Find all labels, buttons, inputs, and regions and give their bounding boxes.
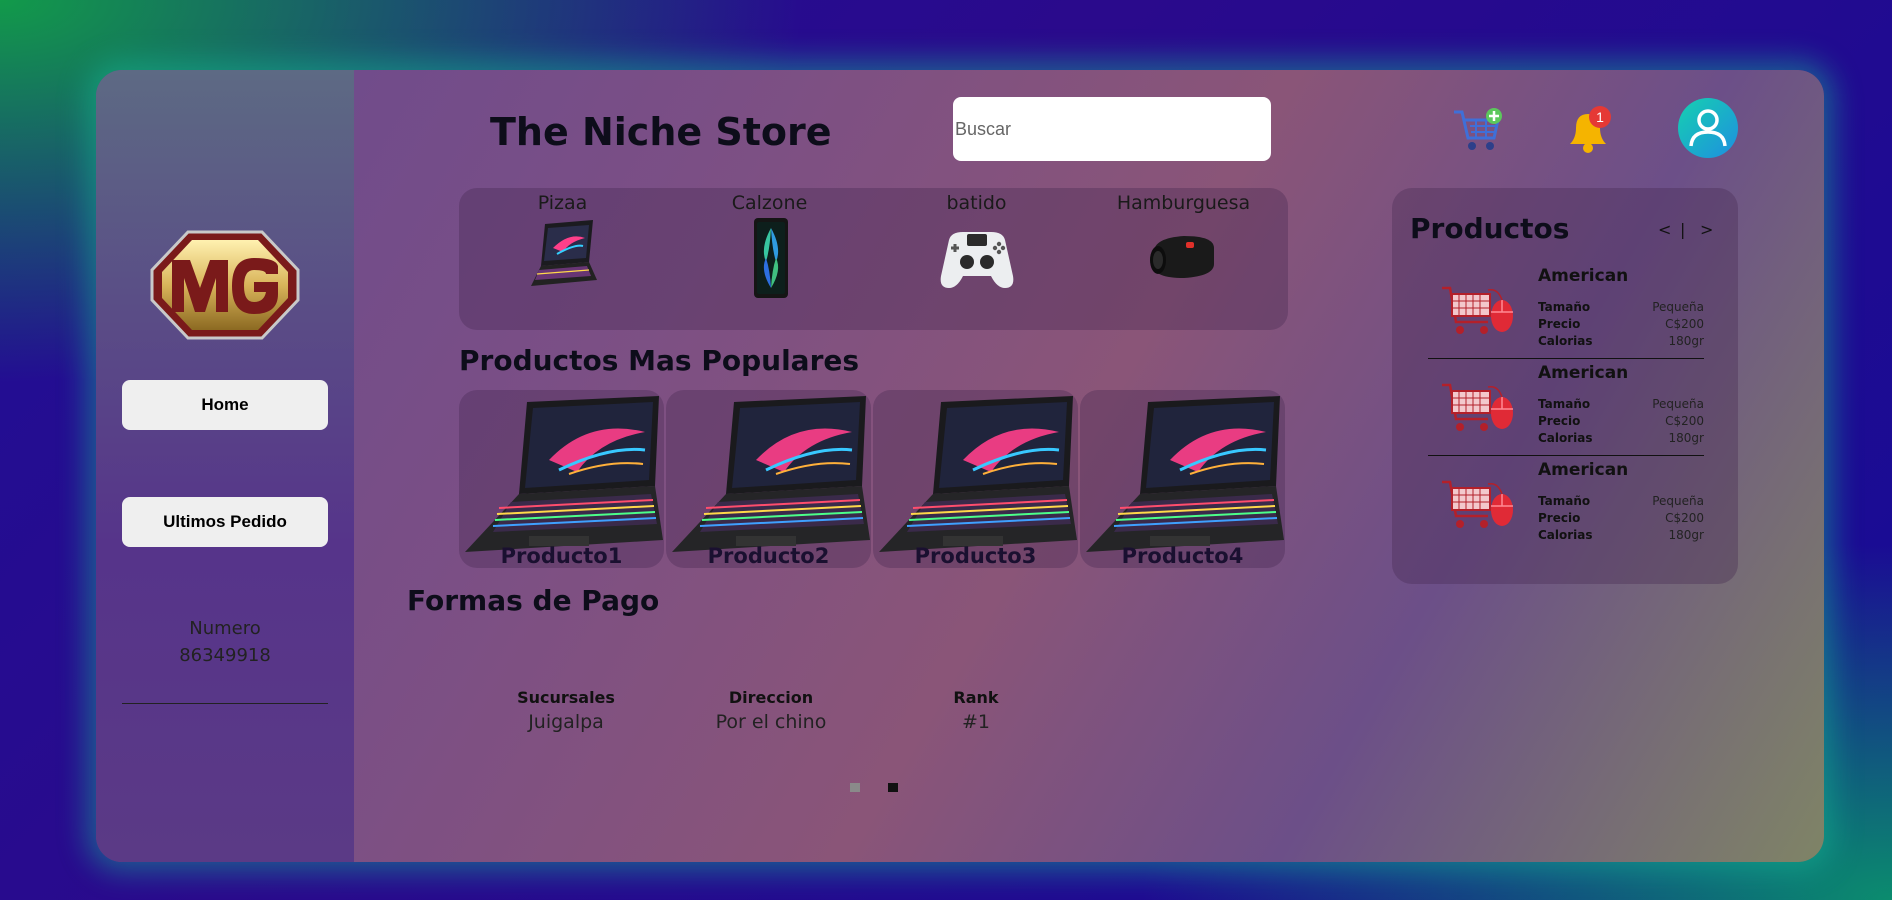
products-panel: Productos < | > American Tamaño Pequeña … <box>1392 188 1738 584</box>
next-button[interactable]: > <box>1700 220 1713 239</box>
phone-label: Numero <box>189 618 261 639</box>
product-calories-row: Calorias 180gr <box>1538 431 1704 445</box>
laptop-image <box>530 220 597 286</box>
category-strip: Pizaa Calzone batido Hamburguesa <box>459 188 1288 330</box>
prev-button[interactable]: < <box>1658 220 1671 239</box>
app-window: Home Ultimos Pedido Numero 86349918 The … <box>96 70 1824 862</box>
product-item-name: American <box>1538 266 1629 286</box>
gamepad-image <box>940 232 1013 288</box>
user-avatar-icon[interactable] <box>1678 98 1738 158</box>
payment-value: Por el chino <box>715 711 827 733</box>
store-title: The Niche Store <box>490 110 832 154</box>
sidebar: Home Ultimos Pedido Numero 86349918 <box>96 70 354 862</box>
product-name: Producto3 <box>914 544 1037 568</box>
category-pizaa[interactable]: Pizaa <box>459 188 666 298</box>
product-calories-row: Calorias 180gr <box>1538 334 1704 348</box>
category-calzone[interactable]: Calzone <box>666 188 873 298</box>
payment-header: Sucursales <box>517 688 615 707</box>
home-button[interactable]: Home <box>122 380 328 430</box>
mg-logo <box>150 230 300 340</box>
search-input[interactable] <box>953 97 1271 161</box>
category-hamburguesa[interactable]: Hamburguesa <box>1080 188 1287 298</box>
speaker-image <box>1149 236 1214 278</box>
product-size-row: Tamaño Pequeña <box>1538 397 1704 411</box>
payment-column-sucursales: Sucursales Juigalpa <box>466 688 666 733</box>
laptop-image <box>879 396 1077 552</box>
payment-value: #1 <box>961 711 990 733</box>
product-name: Producto4 <box>1121 544 1244 568</box>
bell-icon[interactable]: 1 <box>1562 104 1616 156</box>
sidebar-divider <box>122 703 328 704</box>
payment-header: Rank <box>953 688 999 707</box>
notification-badge: 1 <box>1596 109 1604 125</box>
product-list-item[interactable]: American Tamaño Pequeña Precio C$200 Cal… <box>1392 460 1738 557</box>
carousel-dot-1[interactable] <box>850 783 860 792</box>
product-calories-row: Calorias 180gr <box>1538 528 1704 542</box>
popular-product-card[interactable]: Producto4 <box>1080 390 1285 568</box>
last-orders-button[interactable]: Ultimos Pedido <box>122 497 328 547</box>
product-name: Producto1 <box>500 544 623 568</box>
payment-header: Direccion <box>728 688 814 707</box>
product-list-item[interactable]: American Tamaño Pequeña Precio C$200 Cal… <box>1392 363 1738 460</box>
cart-mouse-icon <box>1442 383 1513 431</box>
payment-value: Juigalpa <box>528 711 604 733</box>
pager-separator: | <box>1680 220 1686 239</box>
product-divider <box>1428 455 1704 456</box>
popular-product-card[interactable]: Producto2 <box>666 390 871 568</box>
products-panel-title: Productos <box>1410 212 1570 245</box>
popular-product-card[interactable]: Producto3 <box>873 390 1078 568</box>
laptop-image <box>465 396 663 552</box>
phone-number: 86349918 <box>179 645 271 666</box>
product-price-row: Precio C$200 <box>1538 317 1704 331</box>
cart-mouse-icon <box>1442 286 1513 334</box>
product-size-row: Tamaño Pequeña <box>1538 300 1704 314</box>
cart-mouse-icon <box>1442 480 1513 528</box>
product-item-name: American <box>1538 363 1629 383</box>
product-price-row: Precio C$200 <box>1538 511 1704 525</box>
product-divider <box>1428 358 1704 359</box>
category-label: Pizaa <box>537 192 588 214</box>
product-price-row: Precio C$200 <box>1538 414 1704 428</box>
product-name: Producto2 <box>707 544 830 568</box>
payment-section-title: Formas de Pago <box>407 584 660 617</box>
product-list-item[interactable]: American Tamaño Pequeña Precio C$200 Cal… <box>1392 266 1738 363</box>
category-label: batido <box>946 192 1007 214</box>
laptop-image <box>1086 396 1284 552</box>
popular-product-card[interactable]: Producto1 <box>459 390 664 568</box>
category-batido[interactable]: batido <box>873 188 1080 298</box>
product-item-name: American <box>1538 460 1629 480</box>
payment-column-direccion: Direccion Por el chino <box>671 688 871 733</box>
carousel-dot-2[interactable] <box>888 783 898 792</box>
phone-image <box>753 218 788 298</box>
laptop-image <box>672 396 870 552</box>
product-size-row: Tamaño Pequeña <box>1538 494 1704 508</box>
category-label: Calzone <box>731 192 808 214</box>
popular-section-title: Productos Mas Populares <box>459 344 860 377</box>
payment-column-rank: Rank #1 <box>876 688 1076 733</box>
category-label: Hamburguesa <box>1116 192 1251 214</box>
cart-icon[interactable] <box>1452 106 1504 154</box>
